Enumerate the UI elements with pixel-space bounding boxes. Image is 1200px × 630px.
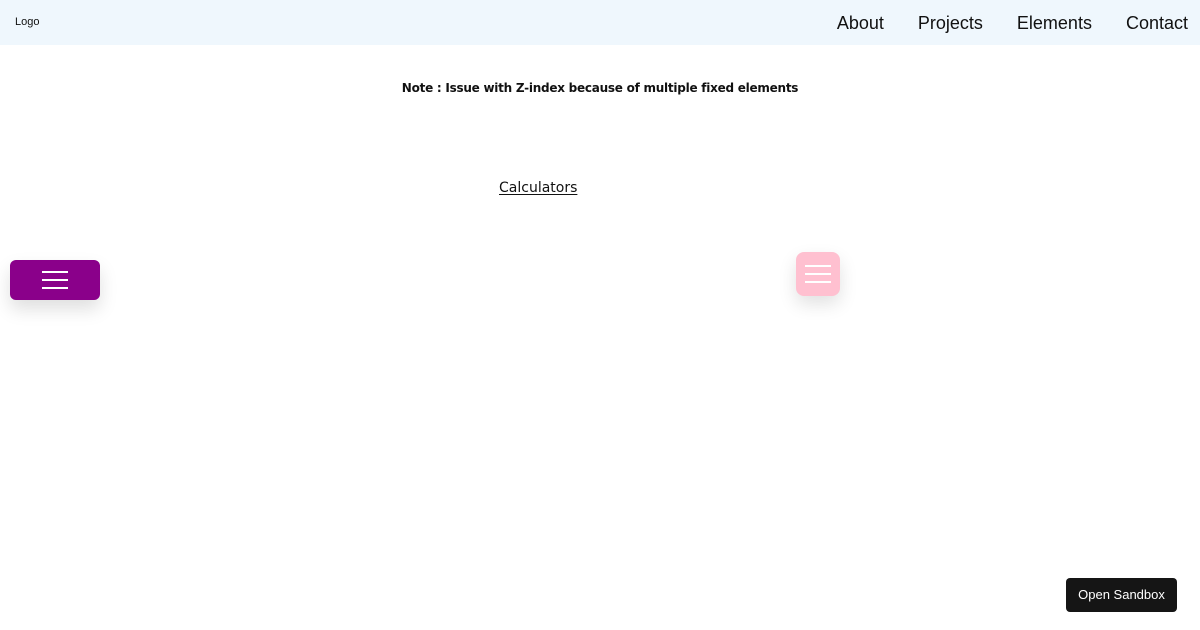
- open-sandbox-button[interactable]: Open Sandbox: [1066, 578, 1177, 612]
- navigation-links: About Projects Elements Contact: [837, 12, 1188, 34]
- pink-hamburger-menu-button[interactable]: [796, 252, 840, 296]
- calculators-link[interactable]: Calculators: [499, 179, 577, 197]
- nav-link-projects[interactable]: Projects: [918, 12, 983, 34]
- nav-link-about[interactable]: About: [837, 12, 884, 34]
- logo[interactable]: Logo: [15, 16, 39, 29]
- page: Logo About Projects Elements Contact Not…: [0, 0, 1200, 630]
- nav-link-contact[interactable]: Contact: [1126, 12, 1188, 34]
- nav-link-elements[interactable]: Elements: [1017, 12, 1092, 34]
- z-index-note: Note : Issue with Z-index because of mul…: [401, 81, 799, 95]
- hamburger-icon: [805, 265, 831, 283]
- top-navigation: Logo About Projects Elements Contact: [0, 0, 1200, 45]
- hamburger-icon: [42, 271, 68, 289]
- purple-hamburger-menu-button[interactable]: [10, 260, 100, 300]
